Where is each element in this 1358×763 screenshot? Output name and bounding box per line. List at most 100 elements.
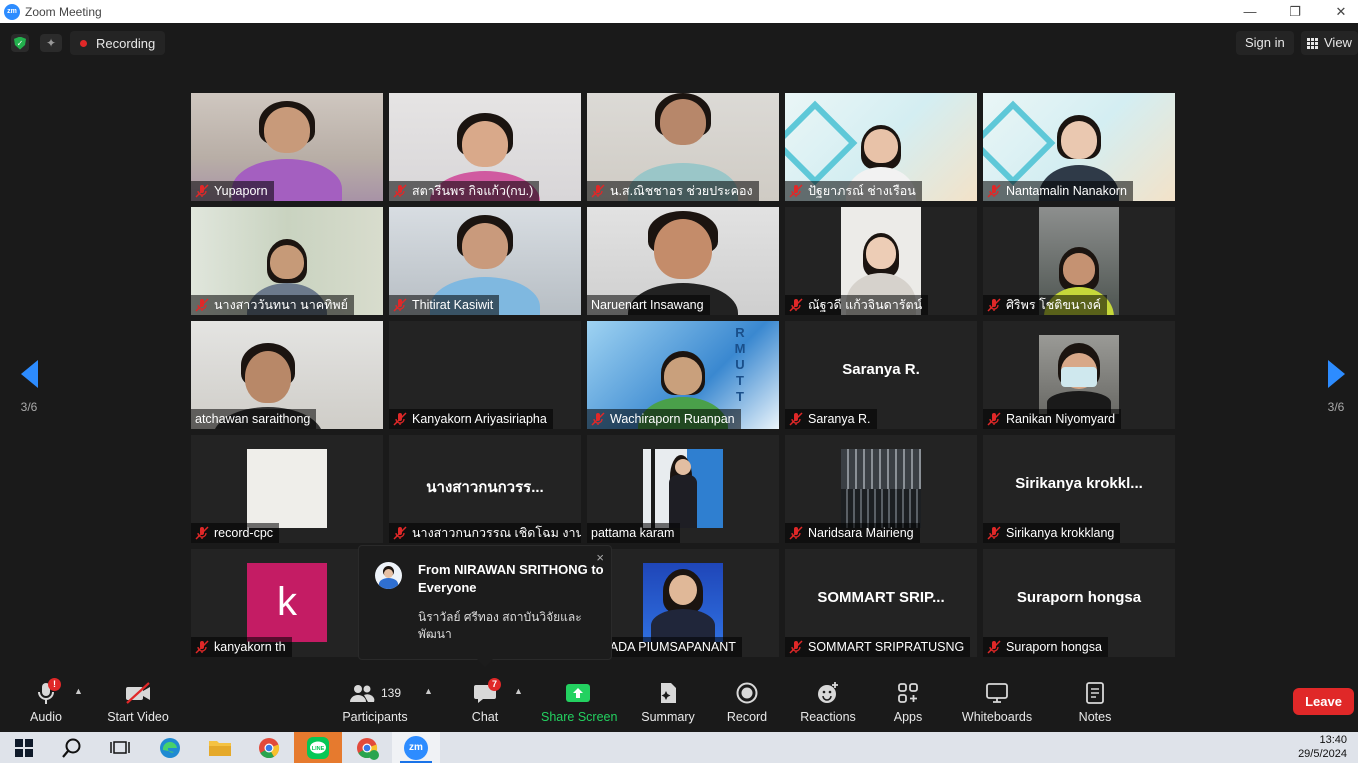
recording-indicator[interactable]: Recording — [70, 31, 166, 55]
sign-in-button[interactable]: Sign in — [1236, 31, 1294, 55]
zoom-meeting-window: zm Zoom Meeting — ❐ ✕ ✓ ✦ Recording Sign… — [0, 0, 1358, 763]
close-icon[interactable]: × — [596, 550, 604, 565]
video-tile[interactable]: Naruenart Insawang — [587, 207, 779, 315]
participant-name-tag: ศิริพร โชติขนางค์ — [983, 295, 1107, 315]
mic-muted-icon — [987, 640, 1001, 654]
close-icon[interactable]: ✕ — [1318, 0, 1358, 23]
participant-name-tag: Nantamalin Nanakorn — [983, 181, 1133, 201]
video-tile[interactable]: Nantamalin Nanakorn — [983, 93, 1175, 201]
file-explorer-icon[interactable] — [196, 732, 244, 763]
previous-page-button[interactable]: 3/6 — [9, 360, 49, 414]
participant-name-tag: Suraporn hongsa — [983, 637, 1108, 657]
participant-count: 139 — [380, 686, 402, 700]
participants-button[interactable]: 139 Participants — [340, 678, 410, 724]
video-tile[interactable]: atchawan saraithong — [191, 321, 383, 429]
chat-message: นิราวัลย์ ศรีทอง สถาบันวิจัยและพัฒนา — [418, 610, 582, 641]
mic-muted-icon — [789, 640, 803, 654]
mic-muted-icon — [789, 526, 803, 540]
mic-muted-icon — [789, 412, 803, 426]
clock-time: 13:40 — [1319, 734, 1347, 746]
mic-muted-icon — [591, 184, 605, 198]
video-tile[interactable]: ศิริพร โชติขนางค์ — [983, 207, 1175, 315]
video-tile[interactable]: Ranikan Niyomyard — [983, 321, 1175, 429]
minimize-icon[interactable]: — — [1227, 0, 1273, 23]
system-clock[interactable]: 13:40 29/5/2024 — [1298, 733, 1347, 761]
video-tile[interactable]: Thitirat Kasiwit — [389, 207, 581, 315]
participant-name-tag: Wachiraporn Ruanpan — [587, 409, 741, 429]
svg-text:LINE: LINE — [312, 746, 325, 752]
share-screen-icon — [566, 684, 590, 702]
video-tile[interactable]: Yupaporn — [191, 93, 383, 201]
participants-options-caret-icon[interactable]: ▲ — [424, 686, 433, 696]
participant-name-tag: Yupaporn — [191, 181, 274, 201]
video-tile[interactable]: SOMMART SRIP... SOMMART SRIPRATUSNG — [785, 549, 977, 657]
windows-start-icon[interactable] — [0, 732, 48, 763]
whiteboards-button[interactable]: Whiteboards — [960, 678, 1034, 724]
chrome-profile-icon[interactable] — [343, 732, 391, 763]
edge-browser-icon[interactable] — [146, 732, 194, 763]
mic-muted-icon — [393, 184, 407, 198]
restore-icon[interactable]: ❐ — [1272, 0, 1318, 23]
search-icon[interactable] — [48, 732, 96, 763]
video-tile[interactable]: Suraporn hongsa Suraporn hongsa — [983, 549, 1175, 657]
participant-name-tag: SOMMART SRIPRATUSNG — [785, 637, 971, 657]
task-view-icon[interactable] — [96, 732, 144, 763]
video-tile[interactable]: ปัฐยาภรณ์ ช่างเรือน — [785, 93, 977, 201]
start-video-button[interactable]: Start Video — [106, 678, 170, 724]
participant-photo — [247, 449, 327, 528]
video-tile[interactable]: ณัฐวดี แก้วจินดารัตน์ — [785, 207, 977, 315]
record-button[interactable]: Record — [725, 678, 769, 724]
video-tile[interactable]: น.ส.ณิชชาอร ช่วยประคอง — [587, 93, 779, 201]
notes-button[interactable]: Notes — [1074, 678, 1116, 724]
leave-button[interactable]: Leave — [1293, 688, 1354, 715]
chat-options-caret-icon[interactable]: ▲ — [514, 686, 523, 696]
video-tile[interactable]: pattama karam — [587, 435, 779, 543]
record-icon — [736, 682, 758, 704]
ai-companion-icon[interactable]: ✦ — [40, 34, 62, 52]
apps-button[interactable]: Apps — [888, 678, 928, 724]
video-tile[interactable]: Kanyakorn Ariyasiriapha — [389, 321, 581, 429]
video-tile[interactable]: สตารีนพร กิจแก้ว(กบ.) — [389, 93, 581, 201]
participant-name-tag: pattama karam — [587, 523, 681, 543]
share-screen-button[interactable]: Share Screen — [541, 678, 617, 724]
video-tile[interactable]: Saranya R. Saranya R. — [785, 321, 977, 429]
video-tile[interactable]: นางสาววันทนา นาคทิพย์ — [191, 207, 383, 315]
view-button[interactable]: View — [1301, 31, 1358, 55]
participant-name-tag: นางสาวกนกวรรณ เชิดโฉม งาน... — [389, 523, 581, 543]
participant-display-name: Sirikanya krokkl... — [1015, 475, 1143, 492]
video-tile[interactable]: Naridsara Mairieng — [785, 435, 977, 543]
encryption-shield-icon[interactable]: ✓ — [11, 34, 29, 52]
reactions-icon — [818, 682, 838, 703]
summary-button[interactable]: Summary — [638, 678, 698, 724]
video-tile[interactable]: Sirikanya krokkl... Sirikanya krokklang — [983, 435, 1175, 543]
chat-button[interactable]: Chat 7 — [464, 678, 506, 724]
chrome-icon[interactable] — [245, 732, 293, 763]
mic-muted-icon — [195, 298, 209, 312]
video-tile[interactable]: ORADA PIUMSAPANANT — [587, 549, 779, 657]
next-page-button[interactable]: 3/6 — [1316, 360, 1356, 414]
reactions-button[interactable]: Reactions — [798, 678, 858, 724]
participant-display-name: Saranya R. — [842, 361, 920, 378]
mic-muted-icon — [195, 526, 209, 540]
notes-icon — [1086, 682, 1104, 704]
participant-name-tag: สตารีนพร กิจแก้ว(กบ.) — [389, 181, 540, 201]
video-tile[interactable]: record-cpc — [191, 435, 383, 543]
line-app-icon[interactable]: LINE — [294, 732, 342, 763]
chat-unread-badge: 7 — [488, 678, 501, 691]
mic-muted-icon — [987, 526, 1001, 540]
participant-name-tag: น.ส.ณิชชาอร ช่วยประคอง — [587, 181, 759, 201]
participant-name-tag: ณัฐวดี แก้วจินดารัตน์ — [785, 295, 929, 315]
page-indicator-right: 3/6 — [1327, 400, 1345, 414]
mic-muted-icon — [195, 184, 209, 198]
participant-photo — [1039, 335, 1119, 414]
participant-name-tag: Naridsara Mairieng — [785, 523, 920, 543]
recording-label: Recording — [96, 35, 156, 51]
video-tile[interactable]: นางสาวกนกวรร... นางสาวกนกวรรณ เชิดโฉม งา… — [389, 435, 581, 543]
video-tile[interactable]: RMUTT Wachiraporn Ruanpan — [587, 321, 779, 429]
chat-notification-popup[interactable]: From NIRAWAN SRITHONG to Everyone นิราวั… — [358, 545, 612, 667]
audio-button[interactable]: Audio ! — [24, 678, 68, 724]
zoom-app-icon[interactable]: zm — [392, 732, 440, 763]
avatar: k — [247, 563, 327, 642]
audio-options-caret-icon[interactable]: ▲ — [74, 686, 83, 696]
video-tile[interactable]: k kanyakorn th — [191, 549, 383, 657]
